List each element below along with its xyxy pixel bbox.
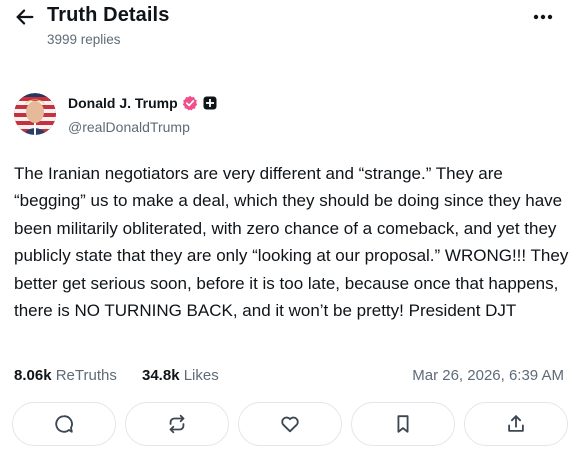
retruth-icon [169,414,185,434]
post-timestamp: Mar 26, 2026, 6:39 AM [412,367,564,384]
retruths-stat[interactable]: 8.06k ReTruths [14,367,117,384]
reply-icon [55,415,73,433]
truth-details-page: Truth Details 3999 replies Donald J. Tru… [0,0,580,455]
like-button[interactable] [238,402,342,446]
plus-badge-icon [203,96,217,110]
more-horizontal-icon [533,14,553,20]
retruths-label: ReTruths [55,367,117,384]
likes-count: 34.8k [142,367,180,384]
verified-badge-icon [182,95,198,111]
post-text: The Iranian negotiators are very differe… [14,164,569,321]
retruth-button[interactable] [125,402,229,446]
action-bar [12,402,568,446]
reply-button[interactable] [12,402,116,446]
arrow-left-icon [16,9,34,25]
share-button[interactable] [464,402,568,446]
heart-icon [281,416,299,433]
bookmark-button[interactable] [351,402,455,446]
avatar[interactable] [14,93,56,135]
retruths-count: 8.06k [14,367,52,384]
author-name[interactable]: Donald J. Trump [68,95,178,111]
post-stats: 8.06k ReTruths 34.8k Likes Mar 26, 2026,… [14,367,570,387]
likes-stat[interactable]: 34.8k Likes [142,367,219,384]
share-icon [508,415,524,432]
reply-count: 3999 replies [47,32,121,47]
more-button[interactable] [528,6,558,28]
author-handle[interactable]: @realDonaldTrump [68,119,190,135]
header: Truth Details 3999 replies [0,0,580,56]
bookmark-icon [397,415,409,433]
likes-label: Likes [183,367,219,384]
page-title: Truth Details [47,4,170,26]
back-button[interactable] [10,4,40,30]
